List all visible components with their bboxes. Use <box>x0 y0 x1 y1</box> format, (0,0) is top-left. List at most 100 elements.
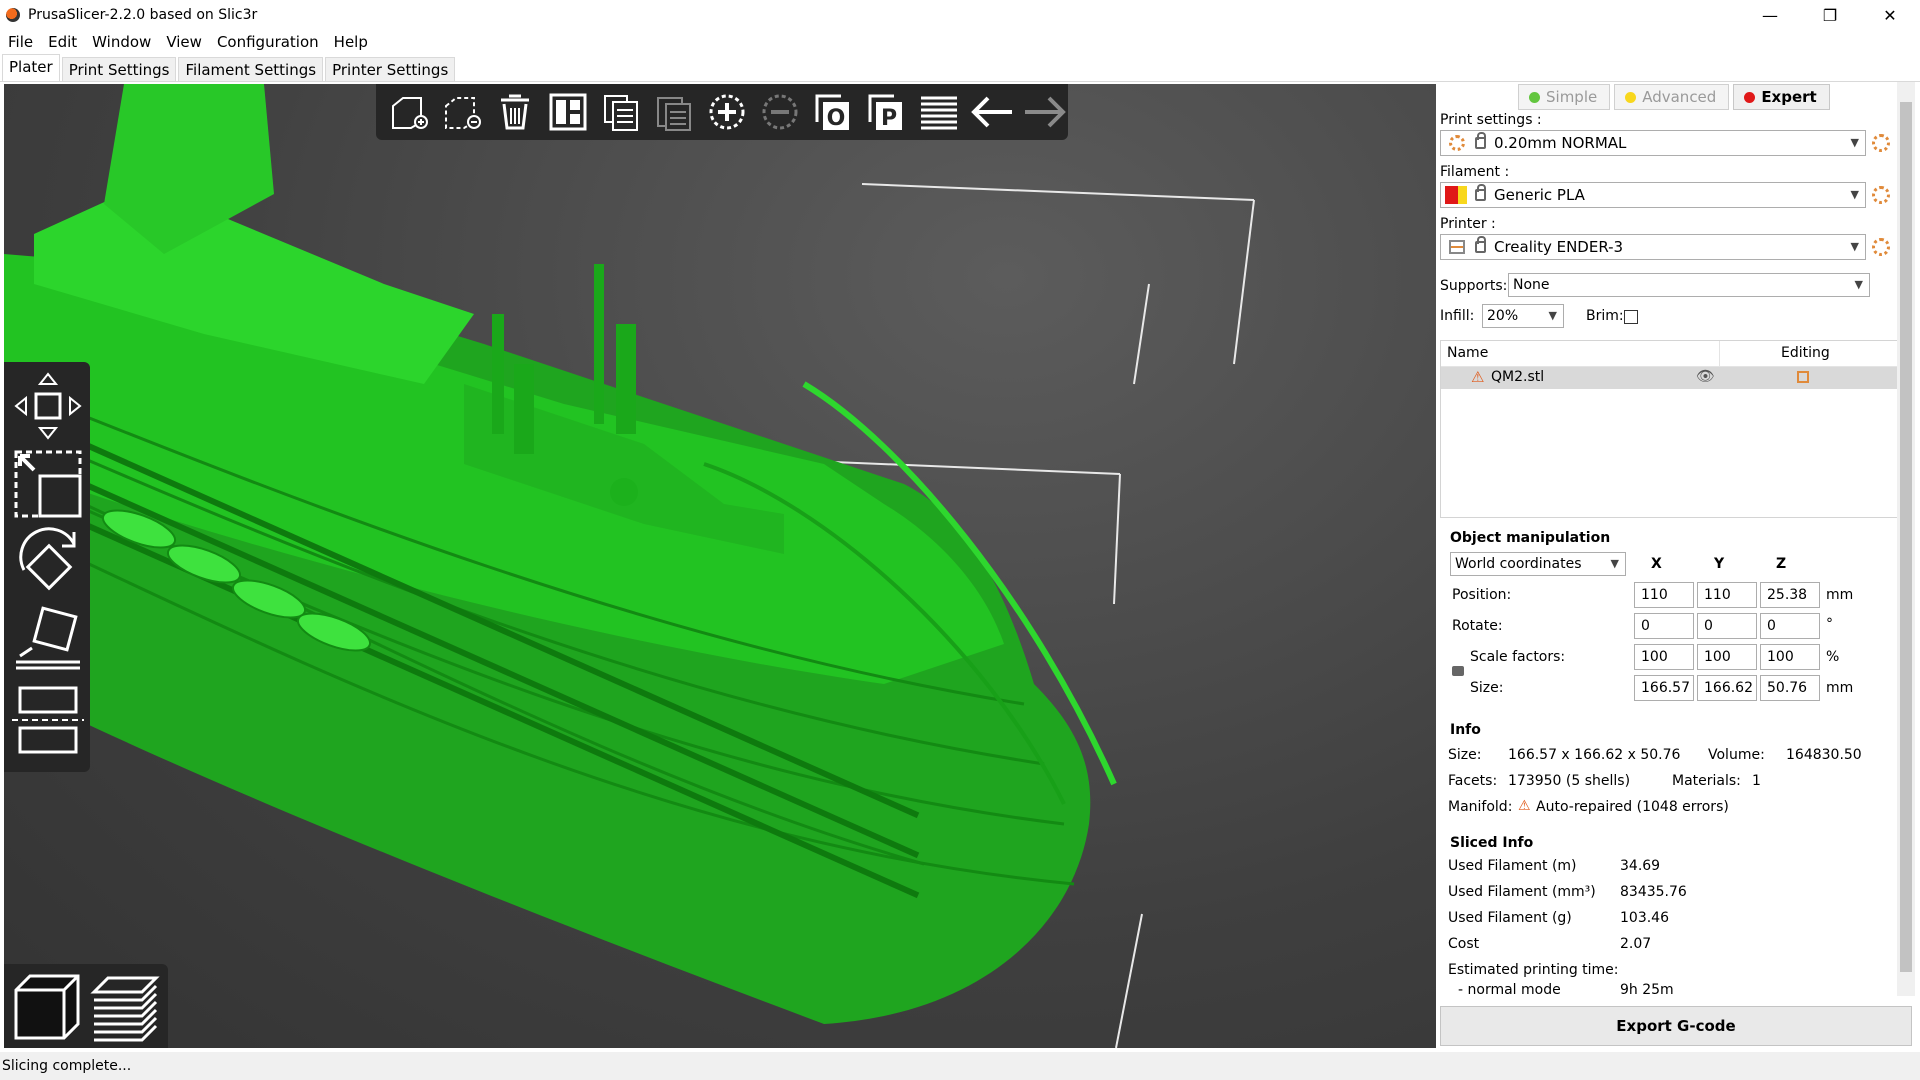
restore-button[interactable]: ❐ <box>1800 0 1860 30</box>
minimize-button[interactable]: — <box>1740 0 1800 30</box>
menu-edit[interactable]: Edit <box>48 33 77 51</box>
supports-combo[interactable]: None ▼ <box>1508 273 1870 297</box>
uniform-scale-lock-icon[interactable] <box>1452 666 1464 676</box>
warning-icon[interactable]: ⚠ <box>1471 368 1484 386</box>
paste-button[interactable] <box>651 89 696 135</box>
split-objects-icon: O <box>815 94 850 131</box>
brim-checkbox[interactable] <box>1624 310 1638 324</box>
menu-window[interactable]: Window <box>92 33 151 51</box>
info-volume-value: 164830.50 <box>1786 747 1862 763</box>
position-z-field[interactable]: 25.38 <box>1760 582 1820 608</box>
tab-printer-settings[interactable]: Printer Settings <box>325 57 456 81</box>
remove-instance-button[interactable] <box>758 89 803 135</box>
size-x-field[interactable]: 166.57 <box>1634 675 1694 701</box>
filament-combo[interactable]: Generic PLA ▼ <box>1440 182 1866 208</box>
cut-tool-button[interactable] <box>12 682 84 754</box>
coordinate-system-combo[interactable]: World coordinates ▼ <box>1450 552 1626 576</box>
redo-button[interactable] <box>1023 89 1068 135</box>
axis-y-label: Y <box>1714 556 1725 572</box>
delete-all-button[interactable] <box>492 89 537 135</box>
add-icon <box>391 97 428 129</box>
scale-y-field[interactable]: 100 <box>1697 644 1757 670</box>
svg-text:P: P <box>881 106 897 131</box>
rotate-z-field[interactable]: 0 <box>1760 613 1820 639</box>
move-tool-button[interactable] <box>12 370 84 442</box>
normal-mode-label: - normal mode <box>1458 982 1561 998</box>
scale-tool-button[interactable] <box>12 448 84 520</box>
preview-button[interactable] <box>88 970 162 1044</box>
mode-expert-button[interactable]: Expert <box>1733 84 1830 110</box>
menu-help[interactable]: Help <box>334 33 368 51</box>
estimated-time-label: Estimated printing time: <box>1448 962 1619 978</box>
split-objects-button[interactable]: O <box>811 89 856 135</box>
edit-settings-icon[interactable] <box>1797 371 1809 383</box>
move-icon <box>14 372 82 440</box>
sidebar-scrollbar[interactable] <box>1897 82 1915 996</box>
info-manifold-label: Manifold: <box>1448 799 1513 815</box>
mode-expert-label: Expert <box>1761 88 1817 106</box>
undo-button[interactable] <box>970 89 1015 135</box>
infill-combo[interactable]: 20% ▼ <box>1482 304 1564 328</box>
scale-factors-label: Scale factors: <box>1470 649 1566 665</box>
infill-label: Infill: <box>1440 308 1475 324</box>
scrollbar-thumb[interactable] <box>1900 102 1912 972</box>
gizmo-toolbar <box>4 362 90 772</box>
printer-combo[interactable]: Creality ENDER-3 ▼ <box>1440 234 1866 260</box>
rotate-tool-button[interactable] <box>12 526 84 598</box>
menu-configuration[interactable]: Configuration <box>217 33 319 51</box>
rotate-x-field[interactable]: 0 <box>1634 613 1694 639</box>
chevron-down-icon: ▼ <box>1854 278 1863 291</box>
add-instance-button[interactable] <box>704 89 749 135</box>
layers-editing-button[interactable] <box>917 89 962 135</box>
info-materials-label: Materials: <box>1672 773 1741 789</box>
ship-model[interactable] <box>4 84 1436 1048</box>
close-button[interactable]: ✕ <box>1860 0 1920 30</box>
size-z-field[interactable]: 50.76 <box>1760 675 1820 701</box>
filament-edit-icon[interactable] <box>1872 186 1890 204</box>
copy-button[interactable] <box>598 89 643 135</box>
mode-advanced-button[interactable]: Advanced <box>1614 84 1730 110</box>
eye-icon[interactable]: 👁 <box>1696 367 1715 385</box>
object-list: Name Editing ⚠ QM2.stl 👁 <box>1440 340 1904 518</box>
paste-icon <box>656 97 691 131</box>
3d-viewport[interactable]: O P <box>4 84 1436 1048</box>
layers-icon <box>921 96 958 130</box>
rotate-y-field[interactable]: 0 <box>1697 613 1757 639</box>
tab-print-settings[interactable]: Print Settings <box>61 57 177 81</box>
scale-x-field[interactable]: 100 <box>1634 644 1694 670</box>
list-item[interactable]: ⚠ QM2.stl 👁 <box>1441 367 1903 389</box>
position-y-field[interactable]: 110 <box>1697 582 1757 608</box>
mode-simple-button[interactable]: Simple <box>1518 84 1611 110</box>
column-editing-header[interactable]: Editing <box>1781 345 1830 361</box>
print-settings-combo[interactable]: 0.20mm NORMAL ▼ <box>1440 130 1866 156</box>
chevron-down-icon: ▼ <box>1850 188 1859 201</box>
title-bar: PrusaSlicer-2.2.0 based on Slic3r — ❐ ✕ <box>0 0 1920 30</box>
arrange-button[interactable] <box>545 89 590 135</box>
scale-z-field[interactable]: 100 <box>1760 644 1820 670</box>
delete-object-button[interactable] <box>439 89 484 135</box>
print-settings-label: Print settings : <box>1440 112 1542 128</box>
place-on-face-button[interactable] <box>12 604 84 676</box>
tab-plater[interactable]: Plater <box>2 54 60 81</box>
size-y-field[interactable]: 166.62 <box>1697 675 1757 701</box>
arrow-left-icon <box>971 96 1013 128</box>
3d-view-button[interactable] <box>10 970 84 1044</box>
menu-file[interactable]: File <box>8 33 33 51</box>
cube-icon <box>14 974 80 1040</box>
tab-filament-settings[interactable]: Filament Settings <box>178 57 324 81</box>
print-settings-edit-icon[interactable] <box>1872 134 1890 152</box>
lock-icon <box>1475 236 1486 253</box>
export-gcode-button[interactable]: Export G-code <box>1440 1006 1912 1046</box>
add-object-button[interactable] <box>386 89 431 135</box>
info-facets-value: 173950 (5 shells) <box>1508 773 1631 789</box>
menu-view[interactable]: View <box>166 33 202 51</box>
info-size-label: Size: <box>1448 747 1482 763</box>
printer-icon <box>1449 240 1465 254</box>
warning-icon: ⚠ <box>1518 798 1531 814</box>
chevron-down-icon: ▼ <box>1610 557 1619 570</box>
position-x-field[interactable]: 110 <box>1634 582 1694 608</box>
info-manifold-value: Auto-repaired (1048 errors) <box>1536 799 1729 815</box>
column-name-header[interactable]: Name <box>1447 345 1488 361</box>
printer-edit-icon[interactable] <box>1872 238 1890 256</box>
split-parts-button[interactable]: P <box>864 89 909 135</box>
